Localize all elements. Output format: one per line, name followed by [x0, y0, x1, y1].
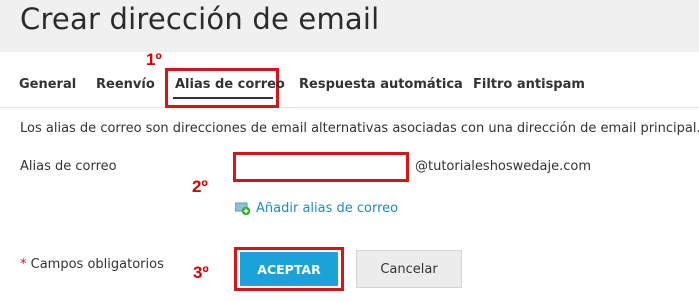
tab-respuesta-automatica[interactable]: Respuesta automática — [299, 76, 463, 94]
page-title: Crear dirección de email — [20, 2, 380, 36]
annotation-step-1: 1º — [146, 50, 162, 69]
cancel-button[interactable]: Cancelar — [356, 250, 462, 288]
tab-bar-divider — [0, 107, 699, 108]
add-alias-icon — [234, 202, 251, 216]
add-alias-link[interactable]: Añadir alias de correo — [234, 200, 399, 218]
section-description: Los alias de correo son direcciones de e… — [20, 121, 699, 136]
required-fields-note: * Campos obligatorios — [20, 256, 164, 274]
accept-button[interactable]: ACEPTAR — [240, 252, 338, 286]
active-tab-underline — [173, 97, 273, 99]
add-alias-label: Añadir alias de correo — [256, 201, 399, 216]
tab-filtro-antispam[interactable]: Filtro antispam — [473, 76, 585, 94]
required-text: Campos obligatorios — [30, 257, 164, 272]
domain-suffix: @tutorialeshoswedaje.com — [415, 159, 592, 174]
alias-label: Alias de correo — [20, 159, 117, 174]
required-star: * — [20, 257, 27, 272]
annotation-step-3: 3º — [193, 263, 209, 282]
tab-general[interactable]: General — [19, 76, 76, 94]
alias-input[interactable] — [233, 152, 409, 182]
annotation-step-2: 2º — [192, 177, 208, 196]
tab-alias-de-correo[interactable]: Alias de correo — [175, 76, 285, 94]
tab-reenvio[interactable]: Reenvío — [96, 76, 155, 94]
